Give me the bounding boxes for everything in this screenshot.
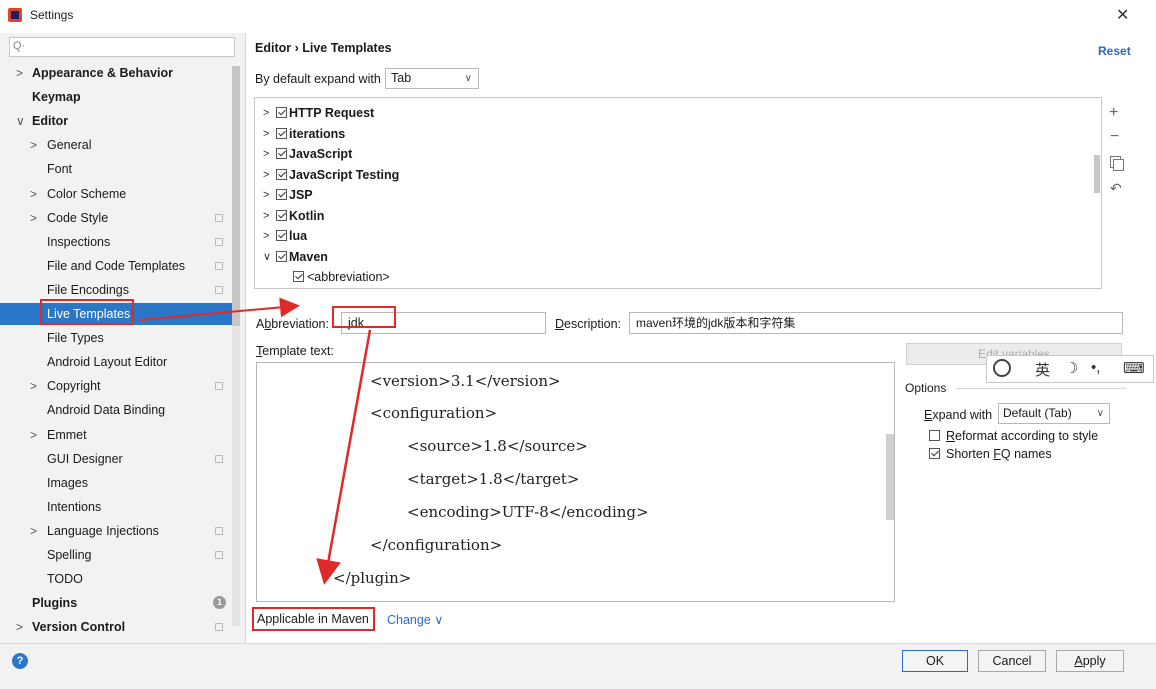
annotation-arrow-to-abbreviation bbox=[139, 297, 300, 321]
annotation-arrows bbox=[139, 297, 372, 585]
annotation-arrow-to-plugin bbox=[316, 329, 372, 585]
